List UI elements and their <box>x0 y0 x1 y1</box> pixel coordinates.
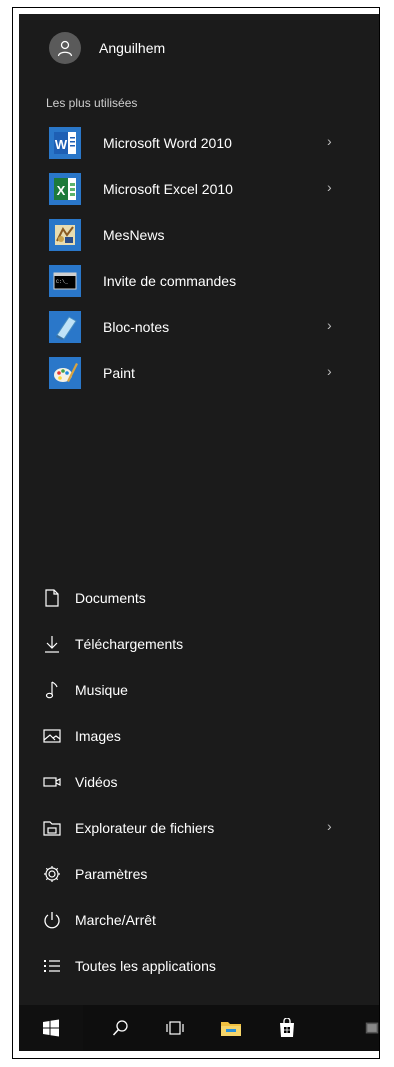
video-icon <box>41 771 63 793</box>
gear-icon <box>41 863 63 885</box>
app-word[interactable]: W Microsoft Word 2010 › <box>49 120 379 166</box>
word-icon: W <box>49 127 81 159</box>
place-file-explorer[interactable]: Explorateur de fichiers › <box>41 805 379 851</box>
chevron-right-icon[interactable]: › <box>327 179 332 195</box>
music-note-icon <box>41 679 63 701</box>
most-used-list: W Microsoft Word 2010 › X Microsoft Exce… <box>49 120 379 396</box>
place-label: Toutes les applications <box>75 958 216 974</box>
place-documents[interactable]: Documents <box>41 575 379 621</box>
place-power[interactable]: Marche/Arrêt <box>41 897 379 943</box>
place-all-apps[interactable]: Toutes les applications <box>41 943 379 989</box>
place-settings[interactable]: Paramètres <box>41 851 379 897</box>
svg-text:W: W <box>55 137 68 152</box>
app-paint[interactable]: Paint › <box>49 350 379 396</box>
start-menu: Anguilhem Les plus utilisées W Microsoft… <box>19 14 379 1005</box>
file-explorer-icon <box>41 817 63 839</box>
place-label: Paramètres <box>75 866 148 882</box>
place-images[interactable]: Images <box>41 713 379 759</box>
chevron-right-icon[interactable]: › <box>327 317 332 333</box>
download-icon <box>41 633 63 655</box>
all-apps-icon <box>41 955 63 977</box>
chevron-right-icon[interactable]: › <box>327 363 332 379</box>
chevron-right-icon[interactable]: › <box>327 133 332 149</box>
paint-icon <box>49 357 81 389</box>
app-label: Microsoft Excel 2010 <box>103 181 233 197</box>
notepad-icon <box>49 311 81 343</box>
document-icon <box>41 587 63 609</box>
excel-icon: X <box>49 173 81 205</box>
app-command-prompt[interactable]: C:\_ Invite de commandes <box>49 258 379 304</box>
taskbar <box>19 1005 379 1051</box>
svg-text:X: X <box>57 183 66 198</box>
command-prompt-icon: C:\_ <box>49 265 81 297</box>
place-label: Marche/Arrêt <box>75 912 156 928</box>
edge-icon[interactable] <box>365 1005 379 1051</box>
user-account[interactable]: Anguilhem <box>49 32 165 64</box>
app-notepad[interactable]: Bloc-notes › <box>49 304 379 350</box>
place-label: Téléchargements <box>75 636 184 652</box>
task-view-icon[interactable] <box>151 1005 199 1051</box>
app-label: Bloc-notes <box>103 319 170 335</box>
app-mesnews[interactable]: MesNews <box>49 212 379 258</box>
app-label: MesNews <box>103 227 165 243</box>
section-most-used: Les plus utilisées <box>46 96 138 110</box>
svg-text:C:\_: C:\_ <box>56 279 69 285</box>
chevron-right-icon[interactable]: › <box>327 818 332 834</box>
file-explorer-icon[interactable] <box>207 1005 255 1051</box>
app-excel[interactable]: X Microsoft Excel 2010 › <box>49 166 379 212</box>
place-label: Images <box>75 728 121 744</box>
search-icon[interactable] <box>97 1005 145 1051</box>
user-avatar-icon <box>49 32 81 64</box>
windows-start-icon[interactable] <box>19 1005 83 1051</box>
place-videos[interactable]: Vidéos <box>41 759 379 805</box>
places-list: Documents Téléchargements Musique Images… <box>41 575 379 989</box>
place-label: Explorateur de fichiers <box>75 820 215 836</box>
place-downloads[interactable]: Téléchargements <box>41 621 379 667</box>
app-label: Microsoft Word 2010 <box>103 135 232 151</box>
place-label: Musique <box>75 682 128 698</box>
store-icon[interactable] <box>263 1005 311 1051</box>
power-icon <box>41 909 63 931</box>
place-music[interactable]: Musique <box>41 667 379 713</box>
mesnews-icon <box>49 219 81 251</box>
image-icon <box>41 725 63 747</box>
app-label: Paint <box>103 365 135 381</box>
place-label: Vidéos <box>75 774 118 790</box>
user-name: Anguilhem <box>99 40 166 56</box>
place-label: Documents <box>75 590 146 606</box>
app-label: Invite de commandes <box>103 273 237 289</box>
